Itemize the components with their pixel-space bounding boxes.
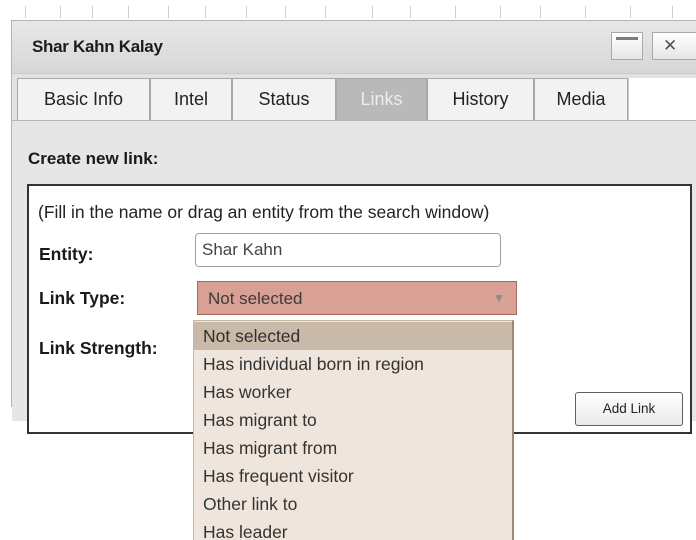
ruler-tick <box>168 6 169 18</box>
instruction-text: (Fill in the name or drag an entity from… <box>38 202 490 222</box>
tab-label: Status <box>258 89 310 109</box>
close-icon: ✕ <box>663 36 678 55</box>
minimize-button[interactable] <box>611 32 643 60</box>
ruler-tick <box>672 6 673 18</box>
ruler-tick <box>205 6 206 18</box>
window-title: Shar Kahn Kalay <box>32 37 163 56</box>
tab-media[interactable]: Media <box>534 78 628 120</box>
link-type-dropdown-list[interactable]: Not selected Has individual born in regi… <box>193 320 514 540</box>
entity-label: Entity: <box>39 244 94 264</box>
tab-label: Intel <box>173 89 209 109</box>
ruler-tick <box>500 6 501 18</box>
tab-links[interactable]: Links <box>336 78 427 120</box>
ruler-tick <box>372 6 373 18</box>
ruler-tick <box>540 6 541 18</box>
add-link-button[interactable]: Add Link <box>575 392 683 426</box>
dropdown-option[interactable]: Not selected <box>194 322 512 350</box>
tab-status[interactable]: Status <box>232 78 336 120</box>
ruler-tick <box>92 6 93 18</box>
minimize-icon <box>616 37 638 40</box>
link-type-label: Link Type: <box>39 288 126 308</box>
tab-label: Media <box>556 89 606 109</box>
tab-bar-filler <box>628 78 696 120</box>
dropdown-option[interactable]: Has migrant to <box>194 406 512 434</box>
ruler-tick <box>325 6 326 18</box>
ruler-tick <box>60 6 61 18</box>
ruler-tick <box>410 6 411 18</box>
dropdown-option[interactable]: Other link to <box>194 490 512 518</box>
close-button[interactable]: ✕ <box>652 32 696 60</box>
ruler-tick <box>630 6 631 18</box>
entity-input[interactable] <box>195 233 501 267</box>
ruler-tick <box>585 6 586 18</box>
tab-intel[interactable]: Intel <box>150 78 232 120</box>
dropdown-option[interactable]: Has frequent visitor <box>194 462 512 490</box>
ruler-tick <box>25 6 26 18</box>
dropdown-option[interactable]: Has worker <box>194 378 512 406</box>
link-strength-label: Link Strength: <box>39 338 158 358</box>
dropdown-arrow-icon: ▼ <box>493 291 505 305</box>
dropdown-option[interactable]: Has leader <box>194 518 512 540</box>
tab-basic-info[interactable]: Basic Info <box>17 78 150 120</box>
section-title: Create new link: <box>28 149 159 168</box>
ruler-tick <box>246 6 247 18</box>
dropdown-option[interactable]: Has migrant from <box>194 434 512 462</box>
top-ruler <box>0 0 696 20</box>
tab-label: Links <box>360 89 403 109</box>
link-type-selected-value: Not selected <box>208 289 303 308</box>
link-type-select[interactable]: Not selected ▼ <box>197 281 517 315</box>
window-titlebar[interactable]: Shar Kahn Kalay ✕ <box>12 21 696 74</box>
tab-bar: Basic Info Intel Status Links History Me… <box>12 74 696 121</box>
ruler-tick <box>128 6 129 18</box>
tab-label: Basic Info <box>43 89 124 109</box>
dropdown-option[interactable]: Has individual born in region <box>194 350 512 378</box>
ruler-tick <box>455 6 456 18</box>
ruler-tick <box>285 6 286 18</box>
page: Shar Kahn Kalay ✕ Basic Info Intel Statu… <box>0 0 696 540</box>
tab-label: History <box>452 89 509 109</box>
add-link-label: Add Link <box>602 401 656 416</box>
tab-history[interactable]: History <box>427 78 534 120</box>
